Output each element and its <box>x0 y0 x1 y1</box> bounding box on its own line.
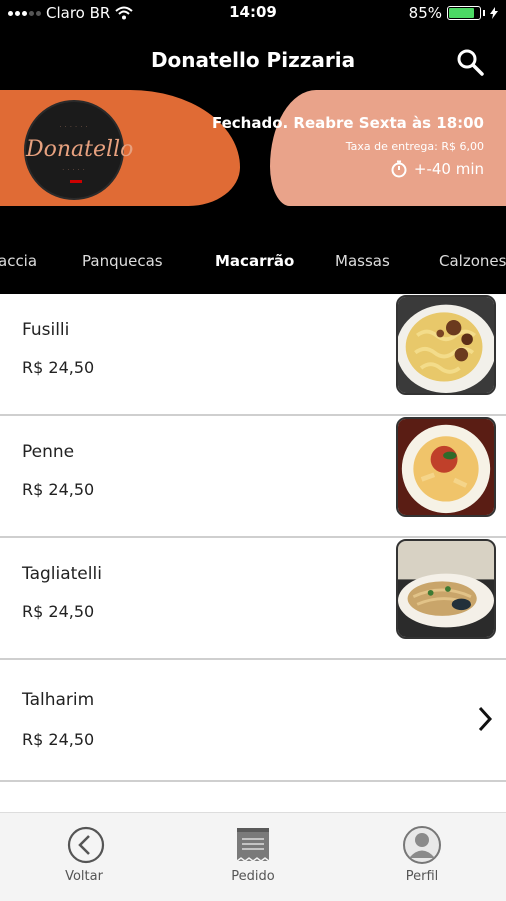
open-status: Fechado. Reabre Sexta às 18:00 <box>211 114 484 132</box>
restaurant-logo: · · · · · · Donatello · · · · · <box>24 100 134 200</box>
page-title: Donatello Pizzaria <box>150 48 356 72</box>
item-name: Fusilli <box>22 320 70 340</box>
item-name: Tagliatelli <box>22 564 102 584</box>
eta-label: +-40 min <box>413 160 484 178</box>
receipt-icon <box>236 828 270 862</box>
battery-percent: 85% <box>408 4 442 22</box>
item-price: R$ 24,50 <box>22 730 95 749</box>
tagliatelli-photo <box>396 539 496 639</box>
user-avatar-icon <box>403 826 441 864</box>
delivery-time: +-40 min <box>390 160 484 178</box>
tab-massas[interactable]: Massas <box>335 252 390 270</box>
tab-macarrao[interactable]: Macarrão <box>215 252 294 270</box>
profile-tab[interactable]: Perfil <box>338 813 506 901</box>
item-price: R$ 24,50 <box>22 480 95 499</box>
search-icon[interactable] <box>456 48 484 76</box>
back-label: Voltar <box>65 869 103 884</box>
delivery-fee: Taxa de entrega: R$ 6,00 <box>345 140 484 153</box>
item-name: Penne <box>22 442 75 462</box>
list-item[interactable]: Penne R$ 24,50 <box>0 416 506 538</box>
list-item[interactable]: Tagliatelli R$ 24,50 <box>0 538 506 660</box>
order-label: Pedido <box>231 869 275 884</box>
charging-icon <box>490 7 498 19</box>
penne-photo <box>396 417 496 517</box>
list-item[interactable]: Fusilli R$ 24,50 <box>0 294 506 416</box>
tab-focaccia[interactable]: accia <box>0 252 37 270</box>
back-tab[interactable]: Voltar <box>0 813 168 901</box>
logo-text: Donatello <box>26 137 134 162</box>
restaurant-banner: · · · · · · Donatello · · · · · Fechado.… <box>0 90 506 206</box>
status-right: 85% <box>409 4 498 22</box>
menu-list: Fusilli R$ 24,50 Penne R$ 24,50 Tagliate… <box>0 294 506 782</box>
fusilli-photo <box>396 295 496 395</box>
status-bar: Claro BR 14:09 85% <box>0 0 506 26</box>
profile-label: Perfil <box>405 869 439 884</box>
battery-icon <box>447 6 481 20</box>
item-name: Talharim <box>22 690 95 710</box>
back-arrow-icon <box>67 826 105 864</box>
category-tabs: accia Panquecas Macarrão Massas Calzones <box>0 206 506 294</box>
item-price: R$ 24,50 <box>22 602 95 621</box>
item-price: R$ 24,50 <box>22 358 95 377</box>
tab-calzones[interactable]: Calzones <box>439 252 506 270</box>
app-header: Donatello Pizzaria <box>0 26 506 90</box>
tab-panquecas[interactable]: Panquecas <box>82 252 163 270</box>
chevron-right-icon <box>478 706 493 732</box>
order-tab[interactable]: Pedido <box>169 813 337 901</box>
bottom-tab-bar: Voltar Pedido Perfil <box>0 812 506 901</box>
stopwatch-icon <box>391 160 407 178</box>
list-item[interactable]: Talharim R$ 24,50 <box>0 660 506 782</box>
